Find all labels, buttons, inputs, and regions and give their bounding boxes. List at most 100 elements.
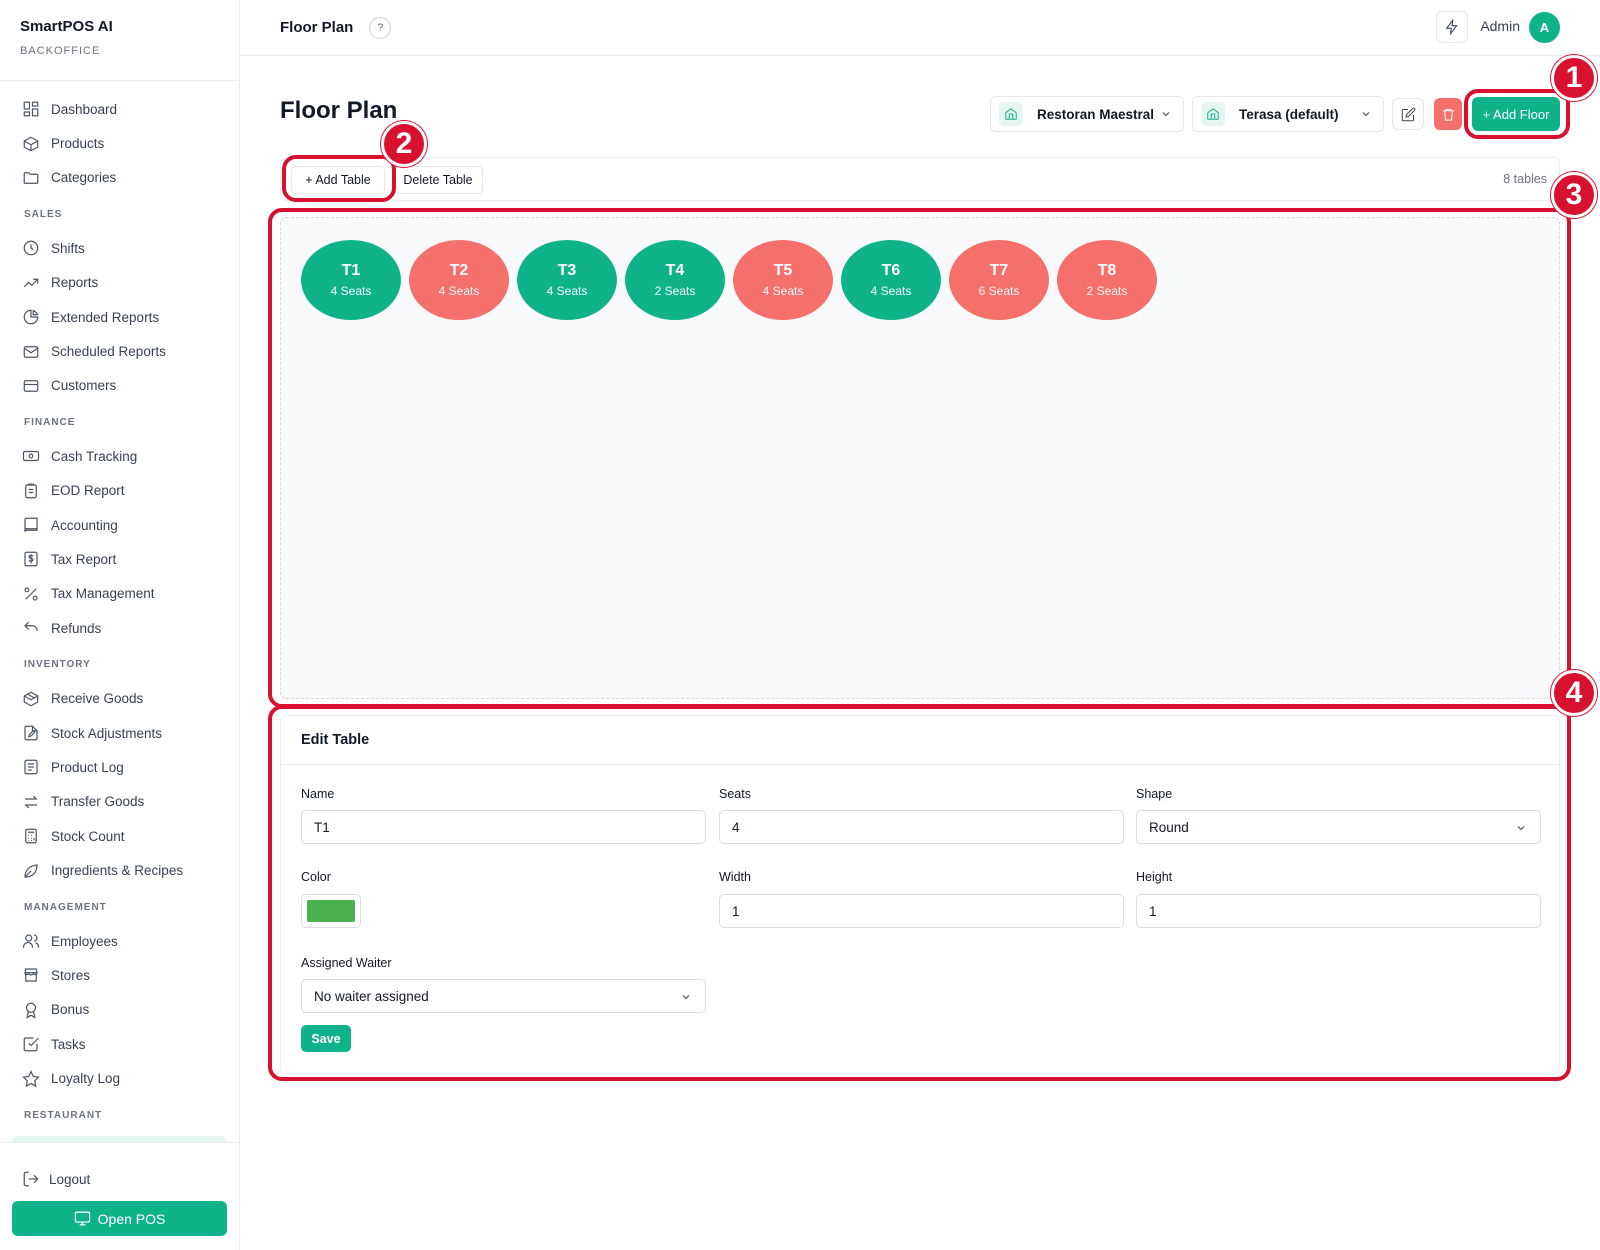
table-name: T5 <box>773 262 793 279</box>
sidebar-item-products[interactable]: Products <box>0 126 239 160</box>
color-label: Color <box>301 870 331 884</box>
waiter-label: Assigned Waiter <box>301 956 392 970</box>
calculator-icon <box>25 828 37 844</box>
seats-label: Seats <box>719 787 751 801</box>
sidebar-item-label: Ingredients & Recipes <box>51 863 184 879</box>
sidebar-item-product-log[interactable]: Product Log <box>0 750 239 784</box>
topbar-title: Floor Plan <box>280 19 354 36</box>
sidebar-item-shifts[interactable]: Shifts <box>0 231 239 265</box>
help-icon[interactable]: ? <box>369 16 392 39</box>
store-icon <box>24 968 38 982</box>
open-pos-label: Open POS <box>97 1210 166 1227</box>
color-picker[interactable] <box>301 894 361 928</box>
mail-icon <box>23 345 39 358</box>
folder-icon <box>23 172 39 184</box>
sidebar-item-label: Extended Reports <box>51 309 160 325</box>
trend-icon <box>23 278 39 287</box>
annotation-badge-2: 2 <box>381 121 427 167</box>
table-t1[interactable]: T1 4 Seats <box>301 240 401 320</box>
table-t4[interactable]: T4 2 Seats <box>625 240 725 320</box>
sidebar-item-tax-management[interactable]: Tax Management <box>0 577 239 611</box>
add-floor-button[interactable]: + Add Floor <box>1472 97 1560 131</box>
table-t2[interactable]: T2 4 Seats <box>409 240 509 320</box>
brand: SmartPOS AI BACKOFFICE <box>0 0 239 81</box>
table-t3[interactable]: T3 4 Seats <box>517 240 617 320</box>
book-icon <box>24 517 38 532</box>
width-field[interactable]: 1 <box>719 894 1124 928</box>
sidebar-item-label: Receive Goods <box>51 691 144 707</box>
table-toolbar: + Add Table Delete Table 8 tables <box>280 157 1560 201</box>
sidebar-item-label: Tasks <box>51 1036 86 1052</box>
sidebar-item-receive-goods[interactable]: Receive Goods <box>0 681 239 715</box>
delete-floor-button[interactable] <box>1434 98 1462 130</box>
user-name[interactable]: Admin <box>1480 18 1520 34</box>
sidebar-item-tasks[interactable]: Tasks <box>0 1027 239 1061</box>
leaf-icon <box>24 863 38 878</box>
sidebar-section-inventory: INVENTORY <box>24 659 91 671</box>
sidebar-item-tax-report[interactable]: Tax Report <box>0 542 239 576</box>
table-t8[interactable]: T8 2 Seats <box>1057 240 1157 320</box>
bolt-icon <box>1445 19 1458 35</box>
shape-select[interactable]: Round <box>1136 810 1541 844</box>
avatar[interactable]: A <box>1529 12 1560 43</box>
store-select-value: Restoran Maestral <box>1037 106 1155 122</box>
table-t5[interactable]: T5 4 Seats <box>733 240 833 320</box>
delete-table-button[interactable]: Delete Table <box>393 166 483 194</box>
sidebar-item-stock-adjustments[interactable]: Stock Adjustments <box>0 716 239 750</box>
sidebar-item-customers[interactable]: Customers <box>0 369 239 403</box>
sidebar-item-dashboard[interactable]: Dashboard <box>0 92 239 126</box>
table-t7[interactable]: T7 6 Seats <box>949 240 1049 320</box>
table-seats: 4 Seats <box>762 284 804 298</box>
sidebar-item-loyalty-log[interactable]: Loyalty Log <box>0 1061 239 1095</box>
sidebar-item-transfer-goods[interactable]: Transfer Goods <box>0 785 239 819</box>
edit-doc-icon <box>24 725 38 741</box>
floor-canvas[interactable]: T1 4 Seats T2 4 Seats T3 4 Seats T4 2 Seats T5 4 … <box>280 217 1560 699</box>
edit-floor-button[interactable] <box>1392 98 1424 130</box>
sidebar-item-stores[interactable]: Stores <box>0 958 239 992</box>
sidebar-item-accounting[interactable]: Accounting <box>0 508 239 542</box>
quick-actions-button[interactable] <box>1436 11 1468 43</box>
sidebar-item-label: Stock Count <box>51 828 125 844</box>
name-field[interactable]: T1 <box>301 810 706 844</box>
save-button[interactable]: Save <box>301 1025 351 1052</box>
logout-button[interactable]: Logout <box>0 1143 239 1195</box>
sidebar-item-scheduled-reports[interactable]: Scheduled Reports <box>0 334 239 368</box>
sidebar-item-refunds[interactable]: Refunds <box>0 611 239 645</box>
table-seats: 2 Seats <box>1086 284 1128 298</box>
trash-icon <box>1442 108 1454 121</box>
page-title: Floor Plan <box>280 97 398 124</box>
sidebar-item-label: Cash Tracking <box>51 448 138 464</box>
sidebar-item-reports[interactable]: Reports <box>0 266 239 300</box>
waiter-select[interactable]: No waiter assigned <box>301 979 706 1013</box>
sidebar-item-label: Stores <box>51 967 91 983</box>
sidebar-item-eod-report[interactable]: EOD Report <box>0 474 239 508</box>
sidebar-item-label: Scheduled Reports <box>51 344 166 360</box>
card-icon <box>23 380 39 392</box>
sidebar-footer: Logout Open POS <box>0 1142 239 1250</box>
users-icon <box>22 934 40 948</box>
sidebar-item-label: Products <box>51 136 105 152</box>
add-table-button[interactable]: + Add Table <box>291 166 385 194</box>
sidebar-item-categories[interactable]: Categories <box>0 161 239 195</box>
sidebar-item-label: Tax Report <box>51 551 117 567</box>
floor-select-value: Terasa (default) <box>1239 106 1339 122</box>
floor-select[interactable]: Terasa (default) <box>1192 96 1384 132</box>
sidebar-item-extended-reports[interactable]: Extended Reports <box>0 300 239 334</box>
monitor-icon <box>74 1211 90 1226</box>
sidebar-item-cash-tracking[interactable]: Cash Tracking <box>0 439 239 473</box>
sidebar-item-stock-count[interactable]: Stock Count <box>0 819 239 853</box>
logout-label: Logout <box>49 1171 91 1187</box>
sidebar-item-label: Tax Management <box>51 586 155 602</box>
table-t6[interactable]: T6 4 Seats <box>841 240 941 320</box>
table-name: T7 <box>989 262 1009 279</box>
undo-icon <box>24 621 38 632</box>
seats-field[interactable]: 4 <box>719 810 1124 844</box>
open-pos-button[interactable]: Open POS <box>12 1201 227 1236</box>
store-icon <box>999 102 1023 126</box>
store-select[interactable]: Restoran Maestral <box>990 96 1184 132</box>
sidebar-item-ingredients-recipes[interactable]: Ingredients & Recipes <box>0 853 239 887</box>
height-field[interactable]: 1 <box>1136 894 1541 928</box>
sidebar-item-employees[interactable]: Employees <box>0 924 239 958</box>
table-name: T8 <box>1097 262 1117 279</box>
sidebar-item-bonus[interactable]: Bonus <box>0 993 239 1027</box>
